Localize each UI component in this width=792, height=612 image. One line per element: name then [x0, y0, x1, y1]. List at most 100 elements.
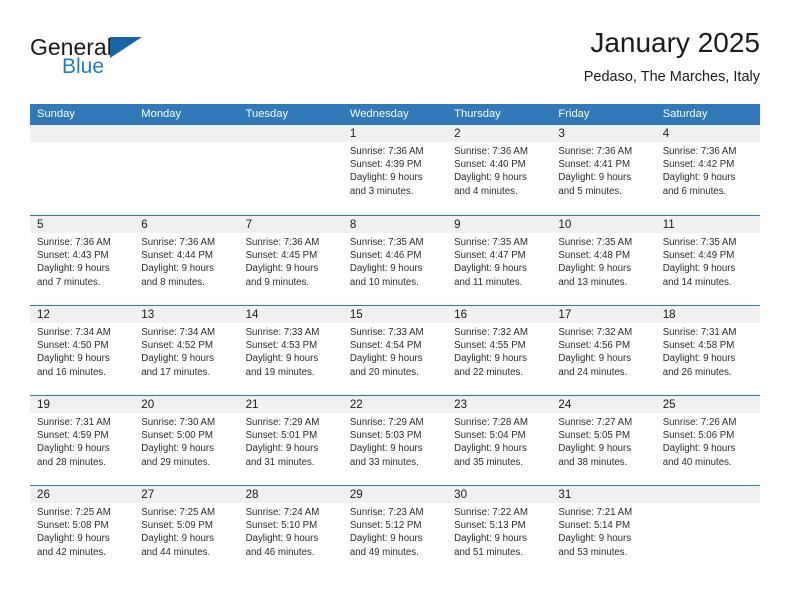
day-detail-block: Sunrise: 7:36 AM Sunset: 4:40 PM Daylight:…	[447, 142, 551, 198]
calendar-day-cell[interactable]: 4 Sunrise: 7:36 AM Sunset: 4:42 PM Daylight…	[655, 125, 760, 215]
sunrise-line: Sunrise: 7:36 AM	[37, 237, 111, 248]
calendar-day-cell[interactable]: 1 Sunrise: 7:36 AM Sunset: 4:39 PM Daylight…	[342, 125, 448, 215]
calendar-day-cell[interactable]: 3 Sunrise: 7:36 AM Sunset: 4:41 PM Daylight…	[551, 125, 656, 215]
sunset-line: Sunset: 4:47 PM	[454, 250, 526, 262]
page-subtitle: Pedaso, The Marches, Italy	[583, 69, 760, 85]
day-number: 21	[245, 398, 259, 411]
day-detail-block: Sunrise: 7:33 AM Sunset: 4:53 PM Daylight:…	[239, 323, 343, 379]
daylight-line-1: Daylight: 9 hours	[558, 263, 632, 275]
calendar-day-cell[interactable]: 16 Sunrise: 7:32 AM Sunset: 4:55 PM Dayligh…	[447, 306, 552, 395]
calendar-day-cell[interactable]: 5 Sunrise: 7:36 AM Sunset: 4:43 PM Daylight…	[30, 216, 135, 305]
logo-text-blue: Blue	[62, 55, 105, 78]
sunset-line: Sunset: 4:56 PM	[558, 340, 631, 352]
calendar-day-cell[interactable]: 26 Sunrise: 7:25 AM Sunset: 5:08 PM Dayligh…	[30, 486, 135, 575]
daylight-line-2: and 38 minutes.	[558, 456, 628, 468]
day-detail-block: Sunrise: 7:36 AM Sunset: 4:45 PM Daylight:…	[239, 233, 343, 289]
sunset-line: Sunset: 5:05 PM	[558, 430, 631, 442]
sunset-line: Sunset: 5:10 PM	[245, 520, 318, 532]
calendar-day-cell[interactable]: 25 Sunrise: 7:26 AM Sunset: 5:06 PM Dayligh…	[655, 396, 760, 485]
calendar-day-cell[interactable]: 17 Sunrise: 7:32 AM Sunset: 4:56 PM Dayligh…	[551, 306, 656, 395]
sunrise-line: Sunrise: 7:32 AM	[454, 327, 528, 338]
calendar-grid: Sunday Monday Tuesday Wednesday Thursday Frid…	[30, 104, 760, 575]
general-blue-logo[interactable]: General Blue	[30, 34, 160, 86]
daylight-line-1: Daylight: 9 hours	[558, 172, 632, 184]
calendar-day-cell[interactable]: 7 Sunrise: 7:36 AM Sunset: 4:45 PM Daylight…	[238, 216, 343, 305]
day-number-band: 16	[447, 306, 552, 323]
day-number: 5	[37, 218, 44, 231]
daylight-line-2: and 7 minutes.	[37, 276, 101, 288]
calendar-day-cell[interactable]: 30 Sunrise: 7:22 AM Sunset: 5:13 PM Dayligh…	[447, 486, 552, 575]
calendar-day-cell[interactable]: 21 Sunrise: 7:29 AM Sunset: 5:01 PM Dayligh…	[238, 396, 343, 485]
day-detail-block: Sunrise: 7:26 AM Sunset: 5:06 PM Daylight:…	[656, 413, 760, 469]
day-number: 9	[454, 218, 461, 231]
day-number: 27	[141, 488, 155, 501]
calendar-day-cell[interactable]: 18 Sunrise: 7:31 AM Sunset: 4:58 PM Dayligh…	[655, 306, 760, 395]
calendar-day-cell[interactable]: 20 Sunrise: 7:30 AM Sunset: 5:00 PM Dayligh…	[134, 396, 239, 485]
daylight-line-1: Daylight: 9 hours	[141, 353, 214, 365]
sunrise-line: Sunrise: 7:21 AM	[558, 507, 633, 518]
weekday-header-friday: Friday	[558, 108, 590, 120]
calendar-day-cell[interactable]: 24 Sunrise: 7:27 AM Sunset: 5:05 PM Dayligh…	[551, 396, 656, 485]
daylight-line-1: Daylight: 9 hours	[349, 263, 423, 275]
daylight-line-2: and 29 minutes.	[141, 456, 211, 468]
daylight-line-1: Daylight: 9 hours	[37, 353, 110, 365]
sunrise-line: Sunrise: 7:23 AM	[349, 507, 424, 518]
sunrise-line: Sunrise: 7:36 AM	[349, 146, 424, 157]
calendar-day-cell[interactable]: 29 Sunrise: 7:23 AM Sunset: 5:12 PM Dayligh…	[342, 486, 448, 575]
calendar-day-cell[interactable]: 8 Sunrise: 7:35 AM Sunset: 4:46 PM Daylight…	[342, 216, 448, 305]
day-number-band: 27	[134, 486, 239, 503]
daylight-line-2: and 20 minutes.	[349, 366, 419, 378]
daylight-line-1: Daylight: 9 hours	[37, 533, 110, 545]
calendar-day-cell[interactable]: 31 Sunrise: 7:21 AM Sunset: 5:14 PM Dayligh…	[551, 486, 656, 575]
day-number-band	[238, 125, 343, 142]
day-detail-block: Sunrise: 7:34 AM Sunset: 4:52 PM Daylight:…	[134, 323, 238, 379]
day-number-band: 17	[551, 306, 656, 323]
sunset-line: Sunset: 5:14 PM	[558, 520, 631, 532]
calendar-day-cell[interactable]: 11 Sunrise: 7:35 AM Sunset: 4:49 PM Dayligh…	[655, 216, 760, 305]
page-title: January 2025	[590, 27, 760, 58]
daylight-line-1: Daylight: 9 hours	[349, 353, 423, 365]
day-detail-block: Sunrise: 7:24 AM Sunset: 5:10 PM Daylight:…	[239, 503, 343, 559]
sunset-line: Sunset: 4:42 PM	[662, 159, 735, 171]
day-number: 26	[37, 488, 50, 501]
day-number: 22	[349, 398, 363, 411]
calendar-day-cell[interactable]: 10 Sunrise: 7:35 AM Sunset: 4:48 PM Dayligh…	[551, 216, 656, 305]
day-number-band: 22	[342, 396, 448, 413]
calendar-day-cell[interactable]: 13 Sunrise: 7:34 AM Sunset: 4:52 PM Dayligh…	[134, 306, 239, 395]
calendar-day-cell[interactable]: 14 Sunrise: 7:33 AM Sunset: 4:53 PM Dayligh…	[238, 306, 343, 395]
calendar-day-cell[interactable]: 12 Sunrise: 7:34 AM Sunset: 4:50 PM Dayligh…	[30, 306, 135, 395]
daylight-line-2: and 49 minutes.	[349, 546, 419, 558]
day-number: 7	[245, 218, 253, 231]
day-number: 15	[349, 308, 363, 321]
sunrise-line: Sunrise: 7:27 AM	[558, 417, 633, 428]
sunrise-line: Sunrise: 7:25 AM	[37, 507, 111, 518]
calendar-week-row: 26 Sunrise: 7:25 AM Sunset: 5:08 PM Dayligh…	[30, 485, 760, 575]
day-number-band: 2	[447, 125, 552, 142]
day-number-band: 19	[30, 396, 135, 413]
calendar-day-cell[interactable]: 2 Sunrise: 7:36 AM Sunset: 4:40 PM Daylight…	[447, 125, 552, 215]
daylight-line-2: and 51 minutes.	[454, 546, 524, 558]
day-number: 19	[37, 398, 50, 411]
calendar-day-cell[interactable]: 28 Sunrise: 7:24 AM Sunset: 5:10 PM Dayligh…	[238, 486, 343, 575]
calendar-day-cell[interactable]: 19 Sunrise: 7:31 AM Sunset: 4:59 PM Dayligh…	[30, 396, 135, 485]
calendar-day-cell[interactable]: 23 Sunrise: 7:28 AM Sunset: 5:04 PM Dayligh…	[447, 396, 552, 485]
day-number: 4	[662, 127, 670, 140]
sunset-line: Sunset: 4:53 PM	[245, 340, 318, 352]
calendar-day-cell[interactable]: 22 Sunrise: 7:29 AM Sunset: 5:03 PM Dayligh…	[342, 396, 448, 485]
sunset-line: Sunset: 4:46 PM	[349, 250, 422, 262]
sunrise-line: Sunrise: 7:36 AM	[245, 237, 320, 248]
calendar-day-cell[interactable]: 27 Sunrise: 7:25 AM Sunset: 5:09 PM Dayligh…	[134, 486, 239, 575]
daylight-line-2: and 6 minutes.	[662, 185, 727, 197]
sunrise-line: Sunrise: 7:33 AM	[349, 327, 424, 338]
daylight-line-2: and 26 minutes.	[662, 366, 732, 378]
calendar-week-row: 5 Sunrise: 7:36 AM Sunset: 4:43 PM Daylight…	[30, 215, 760, 305]
day-detail-block: Sunrise: 7:35 AM Sunset: 4:48 PM Daylight:…	[551, 233, 655, 289]
sunrise-line: Sunrise: 7:36 AM	[558, 146, 633, 157]
day-number: 20	[141, 398, 155, 411]
day-number-band: 3	[551, 125, 656, 142]
calendar-day-cell[interactable]: 9 Sunrise: 7:35 AM Sunset: 4:47 PM Daylight…	[447, 216, 552, 305]
calendar-day-cell[interactable]: 15 Sunrise: 7:33 AM Sunset: 4:54 PM Dayligh…	[342, 306, 448, 395]
day-detail-block: Sunrise: 7:30 AM Sunset: 5:00 PM Daylight:…	[134, 413, 238, 469]
calendar-day-cell[interactable]: 6 Sunrise: 7:36 AM Sunset: 4:44 PM Daylight…	[134, 216, 239, 305]
daylight-line-1: Daylight: 9 hours	[454, 353, 527, 365]
